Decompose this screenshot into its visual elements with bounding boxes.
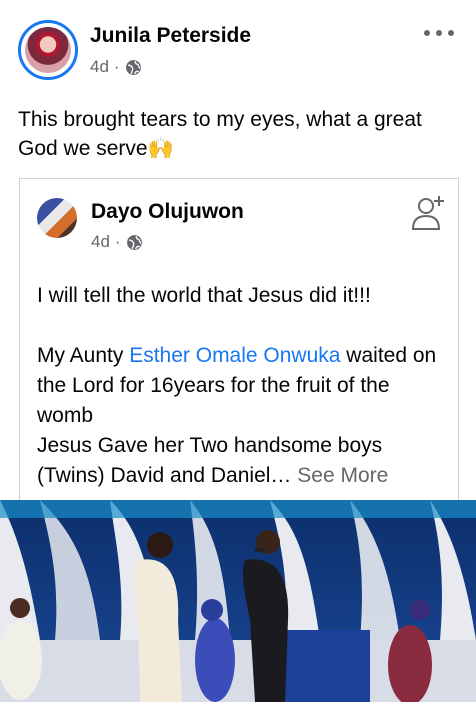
shared-post-time[interactable]: 4d xyxy=(91,232,110,252)
shared-line-2: My Aunty Esther Omale Onwuka waited on t… xyxy=(37,341,447,431)
shared-line-2-prefix: My Aunty xyxy=(37,344,130,367)
author-avatar-image xyxy=(25,27,71,73)
shared-line-1: I will tell the world that Jesus did it!… xyxy=(37,284,371,307)
post-time[interactable]: 4d xyxy=(90,57,109,77)
shared-author-name[interactable]: Dayo Olujuwon xyxy=(91,200,244,224)
globe-icon xyxy=(126,234,142,250)
shared-author-avatar[interactable] xyxy=(37,198,77,238)
see-more-link[interactable]: See More xyxy=(297,464,388,487)
shared-post-card[interactable]: Dayo Olujuwon 4d · I will tell the world… xyxy=(19,178,459,501)
more-options-icon[interactable] xyxy=(424,22,454,44)
author-name[interactable]: Junila Peterside xyxy=(90,24,251,48)
post-header: Junila Peterside 4d · xyxy=(0,0,476,90)
meta-separator: · xyxy=(114,232,121,251)
globe-icon xyxy=(125,59,141,75)
post-meta: 4d · xyxy=(90,57,142,77)
shared-post-meta: 4d · xyxy=(91,232,143,252)
author-avatar[interactable] xyxy=(18,20,78,80)
video-scene xyxy=(0,500,476,702)
add-friend-icon[interactable] xyxy=(410,193,446,231)
post-text: This brought tears to my eyes, what a gr… xyxy=(18,108,422,160)
meta-separator: · xyxy=(113,57,120,76)
shared-line-3: Jesus Gave her Two handsome boys (Twins)… xyxy=(37,431,447,491)
shared-post-body: I will tell the world that Jesus did it!… xyxy=(37,281,447,491)
mention-link[interactable]: Esther Omale Onwuka xyxy=(129,344,340,367)
video-thumbnail[interactable] xyxy=(0,500,476,702)
